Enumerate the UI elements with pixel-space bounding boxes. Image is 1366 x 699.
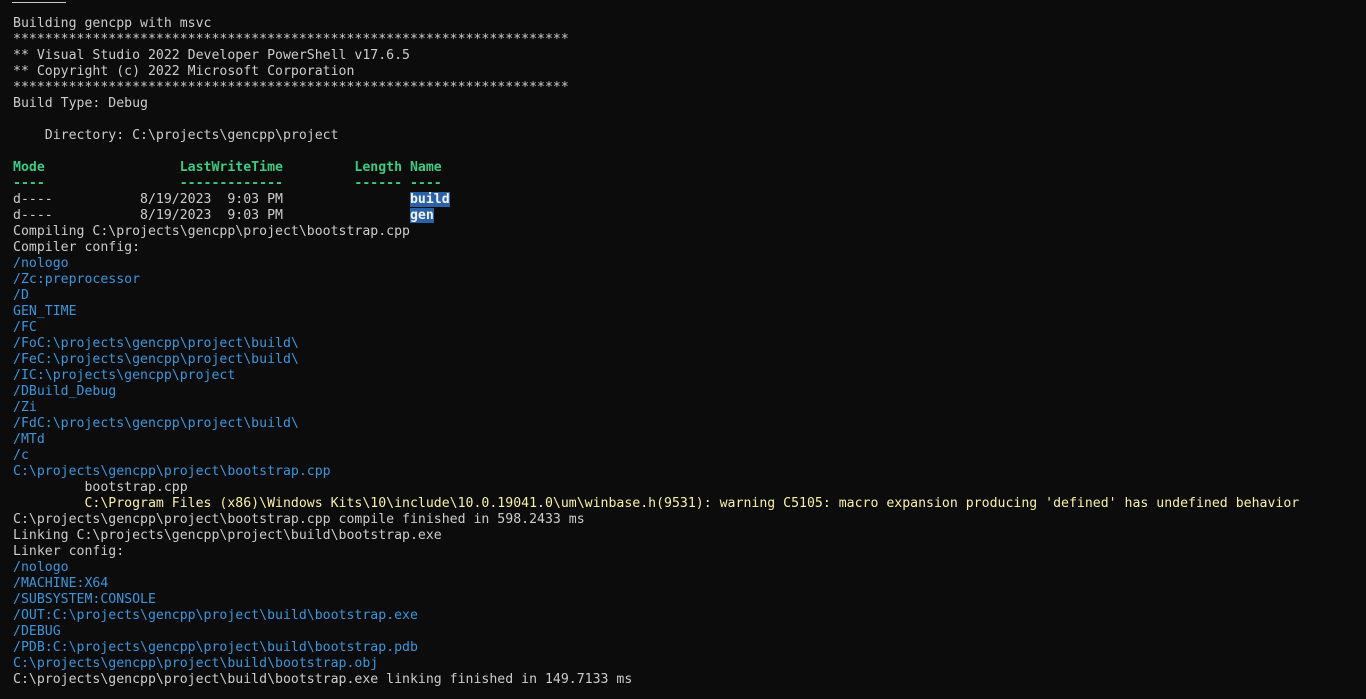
output-line: /D xyxy=(13,288,1366,304)
output-text: C:\projects\gencpp\project\bootstrap.cpp… xyxy=(13,512,585,527)
output-line: /c xyxy=(13,448,1366,464)
selected-text[interactable]: gen xyxy=(409,208,434,223)
output-text: /SUBSYSTEM:CONSOLE xyxy=(13,592,156,607)
output-line: /IC:\projects\gencpp\project xyxy=(13,368,1366,384)
output-line: ** Visual Studio 2022 Developer PowerShe… xyxy=(13,48,1366,64)
output-text: /FoC:\projects\gencpp\project\build\ xyxy=(13,336,299,351)
output-line: /FoC:\projects\gencpp\project\build\ xyxy=(13,336,1366,352)
output-text: d---- 8/19/2023 9:03 PM xyxy=(13,192,410,207)
output-line: d---- 8/19/2023 9:03 PM build xyxy=(13,192,1366,208)
output-text: /IC:\projects\gencpp\project xyxy=(13,368,236,383)
output-text: Linking C:\projects\gencpp\project\build… xyxy=(13,528,442,543)
output-text: /Zc:preprocessor xyxy=(13,272,141,287)
output-text: GEN_TIME xyxy=(13,304,77,319)
output-line: /MACHINE:X64 xyxy=(13,576,1366,592)
output-line: /DBuild_Debug xyxy=(13,384,1366,400)
output-text: C:\Program Files (x86)\Windows Kits\10\i… xyxy=(13,496,1300,511)
output-text: C:\projects\gencpp\project\build\bootstr… xyxy=(13,672,633,687)
output-line: /FdC:\projects\gencpp\project\build\ xyxy=(13,416,1366,432)
output-line: /PDB:C:\projects\gencpp\project\build\bo… xyxy=(13,640,1366,656)
output-text: Linker config: xyxy=(13,544,125,559)
output-line: /FC xyxy=(13,320,1366,336)
terminal-output[interactable]: Building gencpp with msvc ***************… xyxy=(13,16,1366,688)
output-text: /MACHINE:X64 xyxy=(13,576,109,591)
output-text: /nologo xyxy=(13,560,69,575)
output-text: ---- ------------- ------ ---- xyxy=(13,176,442,191)
output-line: /Zi xyxy=(13,400,1366,416)
output-line: ---- ------------- ------ ---- xyxy=(13,176,1366,192)
output-text: /c xyxy=(13,448,29,463)
output-text: bootstrap.cpp xyxy=(13,480,188,495)
output-text: Mode LastWriteTime Length Name xyxy=(13,160,442,175)
output-line: /DEBUG xyxy=(13,624,1366,640)
output-text: ** Copyright (c) 2022 Microsoft Corporat… xyxy=(13,64,355,79)
output-text: ****************************************… xyxy=(13,32,569,47)
tab-indicator xyxy=(12,2,66,3)
output-line: Building gencpp with msvc xyxy=(13,16,1366,32)
output-text: /MTd xyxy=(13,432,45,447)
output-line: Directory: C:\projects\gencpp\project xyxy=(13,128,1366,144)
output-line: /nologo xyxy=(13,256,1366,272)
output-text: /FeC:\projects\gencpp\project\build\ xyxy=(13,352,299,367)
output-line: /MTd xyxy=(13,432,1366,448)
output-text: ** Visual Studio 2022 Developer PowerShe… xyxy=(13,48,410,63)
output-line: Linker config: xyxy=(13,544,1366,560)
selected-text[interactable]: build xyxy=(409,192,450,207)
output-text: d---- 8/19/2023 9:03 PM xyxy=(13,208,410,223)
output-line: /SUBSYSTEM:CONSOLE xyxy=(13,592,1366,608)
output-line: /nologo xyxy=(13,560,1366,576)
output-text: Directory: C:\projects\gencpp\project xyxy=(13,128,339,143)
output-text: /PDB:C:\projects\gencpp\project\build\bo… xyxy=(13,640,418,655)
output-line: C:\projects\gencpp\project\build\bootstr… xyxy=(13,656,1366,672)
output-line: bootstrap.cpp xyxy=(13,480,1366,496)
output-line: /FeC:\projects\gencpp\project\build\ xyxy=(13,352,1366,368)
output-text: /OUT:C:\projects\gencpp\project\build\bo… xyxy=(13,608,418,623)
output-line: C:\projects\gencpp\project\bootstrap.cpp xyxy=(13,464,1366,480)
output-line: Mode LastWriteTime Length Name xyxy=(13,160,1366,176)
output-text: ****************************************… xyxy=(13,80,569,95)
output-text: /DEBUG xyxy=(13,624,61,639)
output-text: /DBuild_Debug xyxy=(13,384,117,399)
output-line: C:\Program Files (x86)\Windows Kits\10\i… xyxy=(13,496,1366,512)
output-line: ** Copyright (c) 2022 Microsoft Corporat… xyxy=(13,64,1366,80)
output-line: Compiler config: xyxy=(13,240,1366,256)
output-line: ****************************************… xyxy=(13,32,1366,48)
output-line: GEN_TIME xyxy=(13,304,1366,320)
output-text: Building gencpp with msvc xyxy=(13,16,212,31)
output-text: Compiling C:\projects\gencpp\project\boo… xyxy=(13,224,410,239)
output-line: /Zc:preprocessor xyxy=(13,272,1366,288)
output-line: Linking C:\projects\gencpp\project\build… xyxy=(13,528,1366,544)
output-text: /nologo xyxy=(13,256,69,271)
output-text: /FdC:\projects\gencpp\project\build\ xyxy=(13,416,299,431)
output-line: Compiling C:\projects\gencpp\project\boo… xyxy=(13,224,1366,240)
output-text: C:\projects\gencpp\project\bootstrap.cpp xyxy=(13,464,331,479)
output-line: /OUT:C:\projects\gencpp\project\build\bo… xyxy=(13,608,1366,624)
output-text: Compiler config: xyxy=(13,240,141,255)
output-line: C:\projects\gencpp\project\bootstrap.cpp… xyxy=(13,512,1366,528)
output-line: C:\projects\gencpp\project\build\bootstr… xyxy=(13,672,1366,688)
output-line: ****************************************… xyxy=(13,80,1366,96)
output-text: C:\projects\gencpp\project\build\bootstr… xyxy=(13,656,379,671)
output-text: /FC xyxy=(13,320,37,335)
output-line: Build Type: Debug xyxy=(13,96,1366,112)
terminal-window[interactable]: Building gencpp with msvc ***************… xyxy=(0,0,1366,699)
output-text: /Zi xyxy=(13,400,37,415)
output-text: /D xyxy=(13,288,29,303)
output-text: Build Type: Debug xyxy=(13,96,148,111)
output-line: d---- 8/19/2023 9:03 PM gen xyxy=(13,208,1366,224)
